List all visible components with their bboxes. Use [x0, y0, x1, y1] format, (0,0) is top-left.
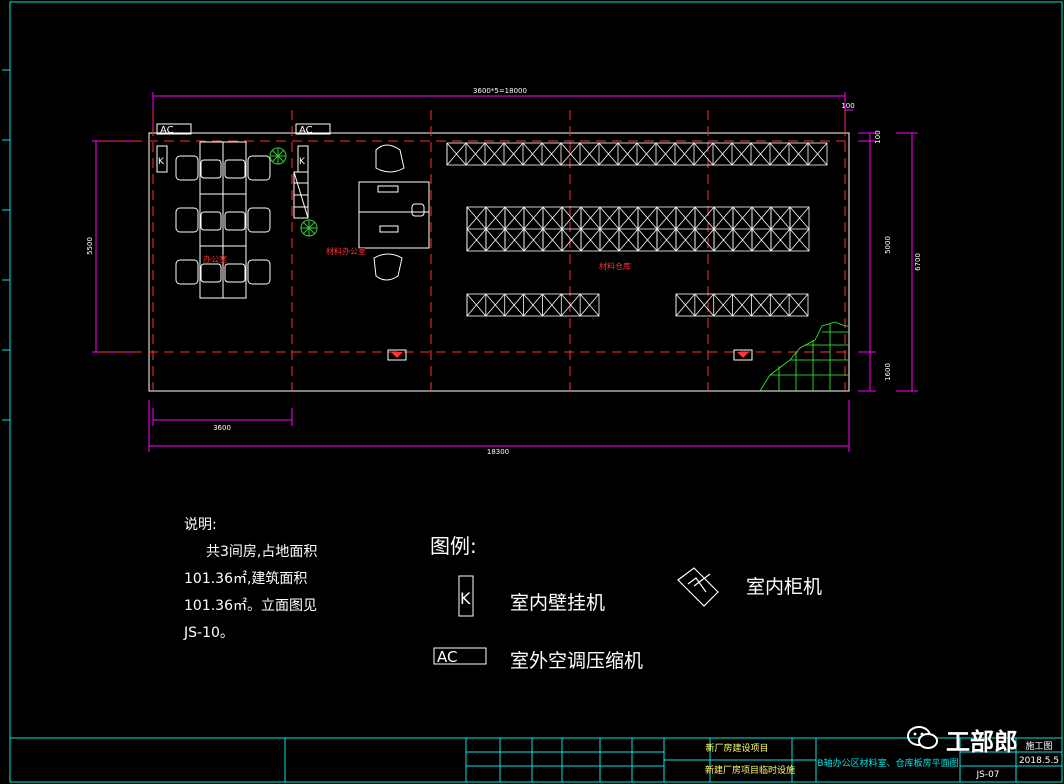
title-block-subproject: 新建厂房项目临时设施	[705, 764, 795, 776]
dim-right-inner-bottom: 1600	[884, 363, 892, 381]
notes-line: 共3间房,占地面积	[206, 544, 318, 560]
wall-mounted-ac: K	[297, 145, 309, 173]
notes-line: 101.36㎡,建筑面积	[184, 571, 308, 587]
dim-bottom-room: 3600	[213, 424, 231, 432]
svg-text:K: K	[299, 157, 306, 167]
title-block-drawing-no: JS-07	[975, 770, 999, 780]
wechat-icon	[907, 726, 938, 749]
title-block-drawing-name: B轴办公区材料室、仓库板房平面图	[817, 757, 958, 769]
legend-cabinet-unit-label: 室内柜机	[746, 576, 823, 598]
dim-top-total: 3600*5=18000	[473, 87, 527, 95]
axis-lines	[100, 110, 849, 391]
bookshelf	[293, 171, 309, 219]
outdoor-ac-unit: AC	[295, 123, 331, 136]
title-block-stage: 施工图	[1025, 740, 1052, 752]
svg-text:AC: AC	[160, 125, 174, 136]
room-label-office: 办公室	[203, 254, 227, 264]
legend-wall-unit-label: 室内壁挂机	[510, 592, 606, 614]
dimension-lines	[92, 92, 918, 452]
dim-right-inner-top: 100	[874, 130, 882, 143]
legend-title: 图例:	[430, 534, 477, 558]
title-block-date: 2018.5.5	[1019, 756, 1059, 766]
plant-icon	[300, 219, 318, 237]
dim-top-right-small: 100	[841, 102, 854, 110]
office-desk	[358, 144, 430, 281]
svg-text:AC: AC	[437, 648, 457, 666]
dim-right-outer: 6700	[914, 253, 922, 271]
dim-right-inner-mid: 5000	[884, 236, 892, 254]
plant-icon	[269, 147, 287, 165]
notes-title: 说明:	[184, 517, 217, 533]
legend-outdoor-unit-label: 室外空调压缩机	[510, 650, 644, 672]
wall-mounted-ac: K	[156, 145, 168, 173]
notes-line: JS-10。	[184, 625, 234, 641]
legend-wall-unit-symbol: K	[458, 575, 474, 617]
dim-bottom-total: 18300	[487, 448, 509, 456]
svg-text:K: K	[460, 589, 471, 608]
notes-line: 101.36㎡。立面图见	[184, 598, 317, 614]
legend-cabinet-unit-symbol	[677, 567, 719, 607]
shelving-racks	[446, 142, 828, 317]
room-label-warehouse: 材料仓库	[599, 261, 631, 271]
office-desks	[175, 141, 271, 299]
watermark-text: 工部郎	[946, 728, 1018, 756]
legend-outdoor-unit-symbol: AC	[433, 647, 487, 666]
outdoor-ac-unit: AC	[156, 123, 192, 136]
dim-left-height: 5500	[86, 237, 94, 255]
ground-hatch	[759, 321, 849, 392]
room-label-material-office: 材料办公室	[326, 246, 366, 256]
title-block-project: 新厂房建设项目	[705, 742, 768, 754]
svg-text:AC: AC	[299, 125, 313, 136]
notes-block: 说明: 共3间房,占地面积 101.36㎡,建筑面积 101.36㎡。立面图见 …	[184, 512, 317, 647]
svg-text:K: K	[158, 157, 165, 167]
